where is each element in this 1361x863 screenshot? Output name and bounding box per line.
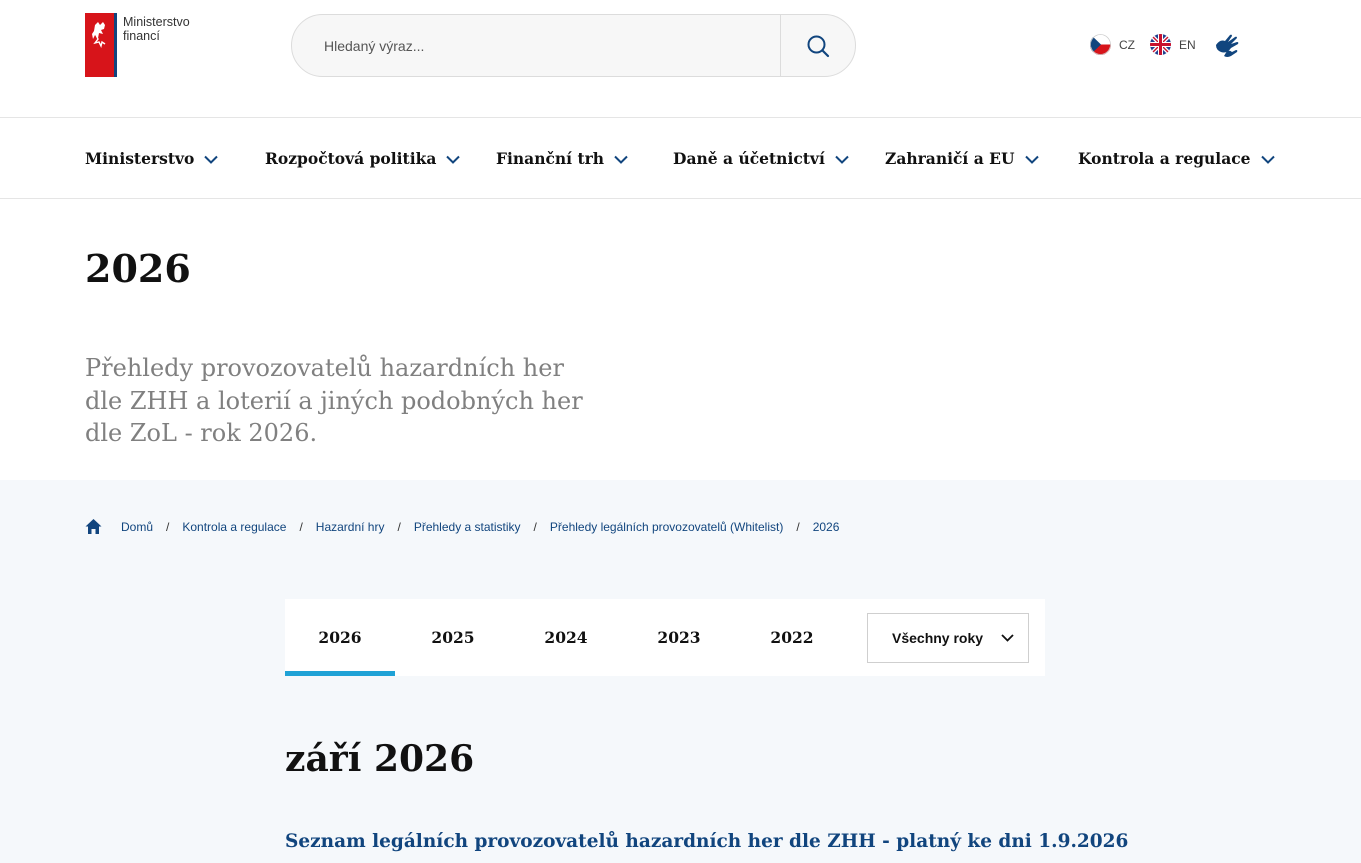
breadcrumb-whitelist[interactable]: Přehledy legálních provozovatelů (Whitel… (550, 520, 783, 534)
chevron-down-icon (1260, 155, 1275, 164)
content-section: Domů / Kontrola a regulace / Hazardní hr… (0, 480, 1361, 863)
tab-2022[interactable]: 2022 (737, 599, 847, 676)
tab-2023[interactable]: 2023 (624, 599, 734, 676)
nav-item-rozpoctova-politika[interactable]: Rozpočtová politika (265, 118, 461, 198)
nav-item-kontrola-a-regulace[interactable]: Kontrola a regulace (1078, 118, 1275, 198)
tab-2025[interactable]: 2025 (398, 599, 508, 676)
main-navigation: Ministerstvo Rozpočtová politika Finančn… (0, 117, 1361, 199)
language-en-button[interactable]: EN (1150, 34, 1196, 55)
search-input[interactable] (292, 15, 780, 76)
uk-flag-icon (1150, 34, 1171, 55)
month-heading: září 2026 (285, 738, 475, 780)
year-tabs: 2026 2025 2024 2023 2022 Všechny roky (285, 599, 1045, 676)
search-icon (807, 35, 830, 57)
language-cz-label: CZ (1119, 37, 1135, 52)
breadcrumb-domu[interactable]: Domů (121, 520, 153, 534)
document-link[interactable]: Seznam legálních provozovatelů hazardníc… (285, 831, 1128, 852)
chevron-down-icon (614, 155, 628, 164)
logo-text-line1: Ministerstvo (123, 15, 190, 29)
sign-language-icon[interactable] (1213, 31, 1243, 59)
tab-2024[interactable]: 2024 (511, 599, 621, 676)
all-years-label: Všechny roky (892, 630, 984, 646)
logo-text-line2: financí (123, 29, 160, 43)
czech-flag-icon (1090, 34, 1111, 55)
chevron-down-icon (1001, 634, 1014, 642)
chevron-down-icon (1024, 155, 1039, 164)
chevron-down-icon (204, 155, 219, 164)
chevron-down-icon (446, 155, 461, 164)
site-header: Ministerstvo financí CZ (0, 0, 1361, 118)
page-lead: Přehledy provozovatelů hazardních her dl… (85, 354, 583, 447)
language-en-label: EN (1179, 37, 1196, 52)
breadcrumb-kontrola-a-regulace[interactable]: Kontrola a regulace (182, 520, 286, 534)
home-icon[interactable] (85, 518, 102, 535)
coat-of-arms-icon (85, 13, 117, 77)
search-box (291, 14, 856, 77)
nav-item-dane-a-ucetnictvi[interactable]: Daně a účetnictví (673, 118, 849, 198)
breadcrumb-hazardni-hry[interactable]: Hazardní hry (316, 520, 385, 534)
chevron-down-icon (835, 155, 849, 164)
all-years-dropdown[interactable]: Všechny roky (867, 613, 1029, 663)
ministry-logo[interactable]: Ministerstvo financí (85, 13, 215, 77)
tab-2026[interactable]: 2026 (285, 599, 395, 676)
nav-item-zahranici-a-eu[interactable]: Zahraničí a EU (885, 118, 1039, 198)
language-cz-button[interactable]: CZ (1090, 34, 1135, 55)
breadcrumb-current[interactable]: 2026 (813, 520, 840, 534)
page-title: 2026 (85, 246, 191, 291)
breadcrumb-prehledy-a-statistiky[interactable]: Přehledy a statistiky (414, 520, 521, 534)
nav-item-ministerstvo[interactable]: Ministerstvo (85, 118, 219, 198)
breadcrumb: Domů / Kontrola a regulace / Hazardní hr… (85, 518, 839, 535)
search-button[interactable] (781, 15, 855, 76)
nav-item-financni-trh[interactable]: Finanční trh (496, 118, 628, 198)
